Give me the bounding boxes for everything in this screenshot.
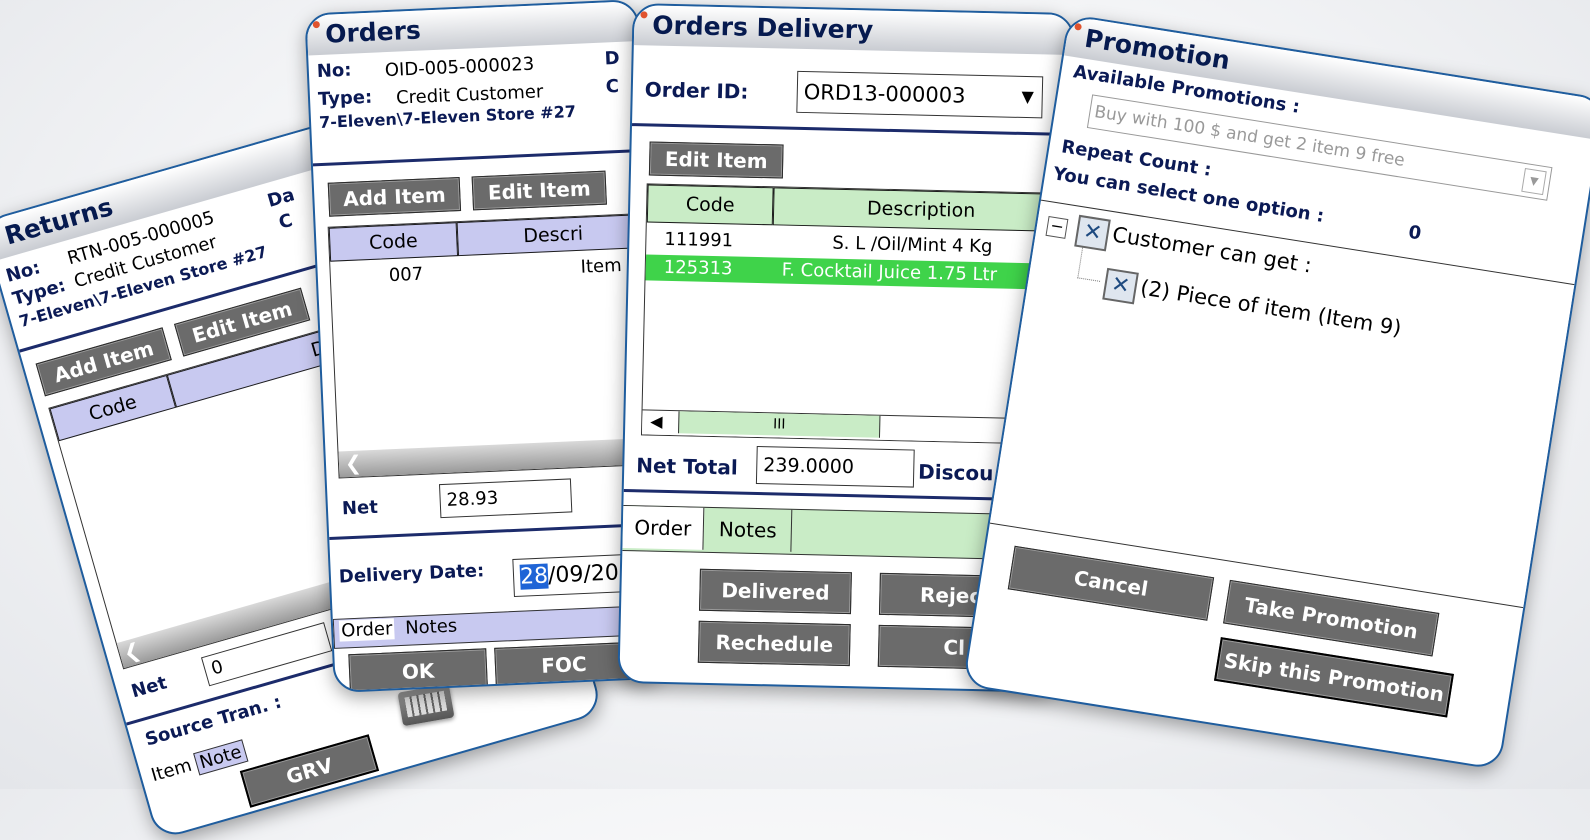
chevron-down-icon[interactable]: ▼ [1021,77,1034,117]
orders-title: Orders [324,15,422,49]
order-id-value: ORD13-000003 [803,79,966,108]
delivery-title: Orders Delivery [651,10,874,45]
orders-add-item-button[interactable]: Add Item [327,176,462,217]
returns-c-label: C [276,209,296,234]
orders-card: Orders No: OID-005-000023 D Type: Credit… [304,0,668,693]
delivery-col-code: Code [646,184,774,226]
orders-no-value: OID-005-000023 [384,53,535,82]
delivery-tab-notes[interactable]: Notes [704,507,793,552]
table-row-code: 111991 [664,228,734,252]
scroll-thumb[interactable]: III [678,411,881,438]
delivery-edit-item-button[interactable]: Edit Item [648,141,784,179]
date-day-selected: 28 [519,563,549,590]
returns-grv-button[interactable]: GRV [239,734,380,808]
orders-c-label: C [605,75,620,98]
returns-tab-item[interactable]: Item [149,755,194,786]
returns-date-label: Da [265,184,297,212]
returns-net-label: Net [129,672,170,703]
orders-col-code: Code [328,222,459,262]
orders-net-label: Net [341,496,379,520]
table-row-desc[interactable]: Item [580,255,622,278]
orders-net-field[interactable]: 28.93 [438,478,573,519]
promotion-option-tree[interactable]: − ✕ Customer can get : ✕ (2) Piece of it… [989,199,1575,609]
tree-child-label: (2) Piece of item (Item 9) [1138,275,1404,341]
orders-d-label: D [604,47,620,70]
table-row-desc: S. L /Oil/Mint 4 Kg [832,232,993,258]
delivery-tab-order[interactable]: Order [622,505,705,550]
scroll-left-icon[interactable]: ❮ [121,637,144,665]
scroll-left-icon[interactable]: ◀ [650,412,663,431]
orders-delivery-label: Delivery Date: [338,560,485,588]
orders-divider-2 [329,522,659,541]
checkbox-checked-icon[interactable]: ✕ [1102,267,1139,305]
delivery-divider [631,123,1070,137]
repeat-count-value: 0 [1406,221,1423,245]
orders-item-grid[interactable]: Code Descri 007 Item ❮ [327,212,661,479]
orders-type-label: Type: [317,86,373,111]
table-row-code: 125313 [663,256,733,280]
delivery-net-total-label: Net Total [636,453,739,480]
orders-foc-button[interactable]: FOC [494,641,634,688]
tree-connector [1077,247,1105,282]
table-row-code[interactable]: 007 [388,264,423,286]
tree-root-label: Customer can get : [1110,222,1314,278]
delivery-discount-label: Discou [917,459,994,486]
delivery-title-bar: Orders Delivery [633,5,1073,56]
checkbox-checked-icon[interactable]: ✕ [1074,214,1111,252]
chevron-down-icon[interactable]: ▼ [1521,167,1547,196]
table-row-desc: F. Cocktail Juice 1.75 Ltr [781,259,998,286]
delivery-net-total-field[interactable]: 239.0000 [755,446,915,488]
promotion-card: Promotion Available Promotions : Buy wit… [962,13,1590,771]
scroll-left-icon[interactable]: ❮ [344,451,362,476]
orders-title-bar: Orders [306,1,638,56]
orders-edit-item-button[interactable]: Edit Item [471,170,607,211]
collapse-icon[interactable]: − [1045,216,1069,239]
orders-ok-button[interactable]: OK [348,648,488,693]
orders-tab-notes[interactable]: Notes [405,616,458,639]
delivery-order-id-label: Order ID: [644,77,749,104]
orders-col-desc: Descri [456,213,650,257]
delivered-button[interactable]: Delivered [699,568,852,615]
cancel-button[interactable]: Cancel [1007,545,1215,621]
orders-no-label: No: [316,59,352,83]
reschedule-button[interactable]: Rechedule [697,620,851,667]
delivery-col-desc: Description [772,187,1070,233]
orders-tab-order[interactable]: Order [338,618,395,642]
orders-divider [312,148,643,167]
orders-scrollbar[interactable]: ❮ [338,437,660,478]
delivery-order-id-select[interactable]: ORD13-000003 ▼ [796,70,1044,119]
